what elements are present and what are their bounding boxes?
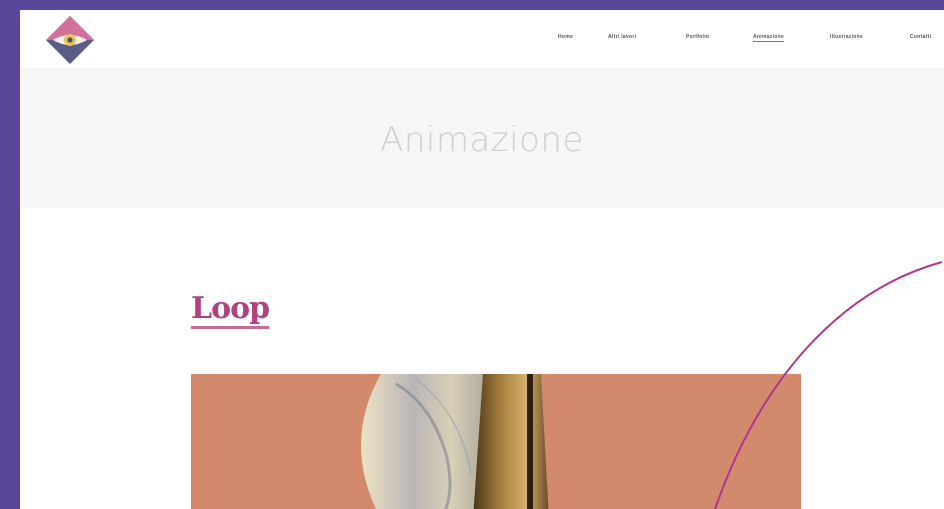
nav-item-portfolio[interactable]: Portfolio (686, 34, 709, 40)
web-page: Home Altri lavori Portfolio Animazione I… (20, 10, 944, 509)
section-title-loop[interactable]: Loop (191, 292, 270, 329)
nav-item-illustrazione[interactable]: Illustrazione (830, 34, 863, 40)
main-nav: Home Altri lavori Portfolio Animazione I… (20, 34, 944, 48)
nav-item-altri-lavori[interactable]: Altri lavori (608, 34, 636, 40)
nav-item-home[interactable]: Home (558, 34, 573, 40)
page-title: Animazione (380, 120, 584, 160)
abstract-animation-still-icon (361, 374, 549, 509)
page-title-band: Animazione (20, 68, 944, 208)
nav-item-animazione[interactable]: Animazione (753, 34, 785, 42)
nav-item-contatti[interactable]: Contatti (910, 34, 931, 40)
site-header: Home Altri lavori Portfolio Animazione I… (20, 10, 944, 68)
loop-thumbnail[interactable] (191, 374, 801, 509)
